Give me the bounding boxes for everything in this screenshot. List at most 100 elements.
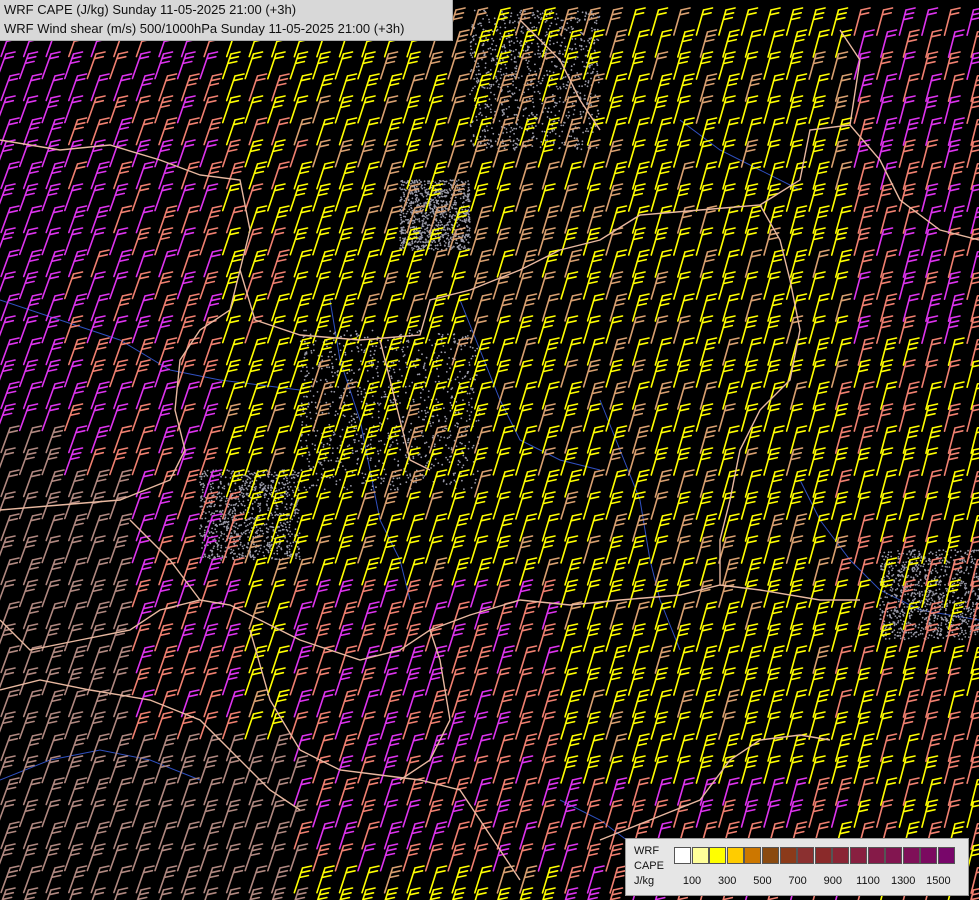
cape-dot [377,476,380,479]
cape-dot [902,615,905,617]
cape-dot [396,380,399,382]
cape-dot [422,195,425,198]
cape-dot [200,483,203,485]
cape-dot [469,378,472,380]
cape-dot [218,523,221,526]
cape-dot [280,524,283,527]
cape-dot [893,637,896,639]
cape-dot [491,43,493,45]
cape-dot [440,436,442,438]
cape-dot [431,436,434,439]
cape-dot [289,542,292,545]
cape-dot [532,105,535,108]
cape-dot [406,210,409,213]
cape-dot [262,483,265,485]
cape-dot [890,586,893,589]
cape-dot [227,482,230,485]
cape-dot [384,395,387,398]
cape-dot [253,518,256,520]
cape-dot [960,555,963,558]
cape-dot [910,635,913,638]
cape-dot [520,30,523,33]
cape-dot [254,550,257,553]
cape-dot [445,213,448,216]
cape-dot [417,411,420,413]
cape-dot [494,98,497,100]
cape-dot [421,184,423,187]
cape-dot [919,608,922,611]
cape-dot [252,508,255,510]
cape-dot [459,441,462,444]
cape-dot [331,452,334,454]
cape-dot [898,552,901,555]
cape-dot [356,416,359,419]
cape-dot [938,549,941,552]
cape-dot [510,126,513,129]
cape-dot [445,224,447,227]
cape-dot [879,597,882,600]
cape-dot [294,471,296,474]
cape-dot [362,482,365,484]
cape-dot [466,233,469,236]
cape-dot [336,374,339,376]
cape-dot [445,237,448,240]
cape-dot [409,227,412,229]
cape-dot [434,181,437,184]
cape-dot [375,345,378,347]
cape-dot [400,196,402,199]
cape-dot [422,214,424,217]
cape-dot [573,91,575,94]
cape-dot [936,617,939,620]
cape-dot [355,332,358,335]
cape-dot [559,67,562,70]
cape-dot [285,493,288,495]
cape-dot [398,360,400,363]
cape-dot [562,85,565,88]
cape-dot [576,21,579,24]
cape-dot [267,484,270,487]
cape-dot [415,481,417,484]
cape-dot [881,555,884,558]
cape-dot [225,497,228,500]
cape-dot [208,532,211,534]
cape-dot [474,378,476,381]
cape-dot [380,439,382,442]
cape-dot [420,247,422,250]
cape-dot [445,483,448,485]
cape-dot [519,42,521,44]
cape-dot [361,482,364,485]
cape-dot [516,99,518,102]
cape-dot [949,556,952,559]
cape-dot [376,371,379,374]
cape-dot [276,547,278,549]
cape-dot [563,121,566,124]
cape-dot [226,469,229,472]
cape-dot [346,330,348,332]
cape-dot [425,211,428,214]
cape-dot [578,143,580,146]
cape-dot [912,549,914,552]
cape-dot [516,14,519,16]
cape-dot [597,97,599,100]
cape-dot [384,346,387,348]
cape-dot [933,620,936,622]
cape-dot [888,572,891,574]
cape-dot [914,584,917,586]
cape-dot [966,553,969,556]
cape-dot [346,372,349,374]
cape-dot [957,634,960,637]
cape-dot [206,475,209,477]
cape-dot [291,473,293,476]
cape-dot [466,235,469,238]
cape-dot [424,442,426,445]
cape-dot [959,582,961,585]
cape-dot [959,633,961,635]
cape-dot [259,527,261,530]
cape-dot [321,411,324,414]
cape-dot [952,591,955,594]
cape-dot [946,566,948,568]
cape-dot [401,435,404,438]
cape-dot [439,244,442,247]
cape-dot [581,143,584,146]
cape-dot [237,547,240,550]
